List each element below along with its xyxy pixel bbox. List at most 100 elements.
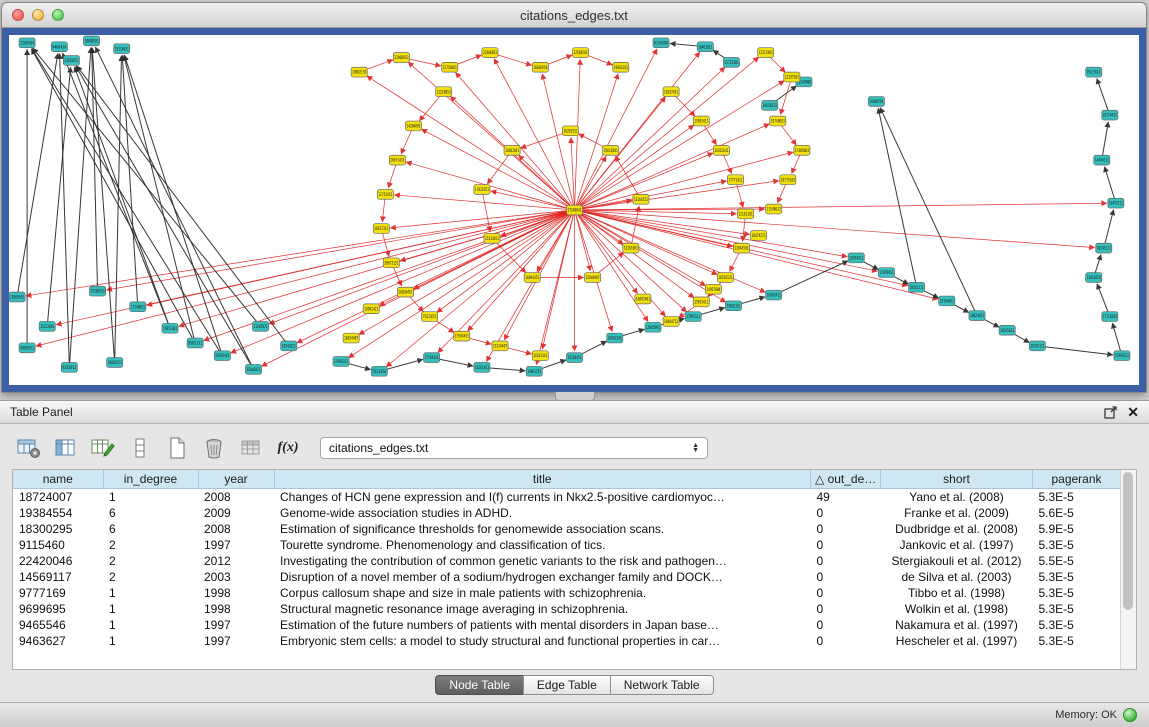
cell-6[interactable]: 5.3E-5 (1033, 633, 1121, 649)
cell-4[interactable]: 0 (811, 601, 881, 617)
graph-node[interactable]: 16034407 (343, 333, 359, 343)
cell-5[interactable]: Tibbo et al. (1998) (881, 585, 1033, 601)
graph-node[interactable]: 12218053 (436, 87, 452, 97)
cell-3[interactable]: Embryonic stem cells: a model to study s… (274, 633, 811, 649)
graph-node[interactable]: 16261531 (562, 126, 578, 136)
cell-5[interactable]: de Silva et al. (2003) (881, 569, 1033, 585)
graph-node[interactable]: 19104451 (939, 296, 955, 306)
graph-edge[interactable] (571, 138, 575, 210)
graph-node[interactable]: 10245111 (1096, 243, 1112, 253)
cell-2[interactable]: 2003 (198, 569, 274, 585)
import-table-icon[interactable] (238, 435, 264, 461)
graph-node[interactable]: 19245121 (1029, 341, 1045, 351)
graph-edge[interactable] (575, 49, 657, 210)
graph-edge[interactable] (575, 152, 794, 210)
cell-1[interactable]: 1 (103, 601, 198, 617)
cell-5[interactable]: Yano et al. (2008) (881, 489, 1033, 506)
cell-3[interactable]: Tourette syndrome. Phenomenology and cla… (274, 537, 811, 553)
function-builder-icon[interactable]: f(x) (275, 435, 301, 461)
graph-node[interactable]: 19862161 (725, 301, 741, 311)
graph-node[interactable]: 9245012 (61, 363, 77, 373)
cell-6[interactable]: 5.6E-5 (1033, 505, 1121, 521)
graph-node[interactable]: 15046871 (245, 364, 261, 374)
cell-5[interactable]: Hescheler et al. (1997) (881, 633, 1033, 649)
graph-edge[interactable] (878, 108, 916, 287)
column-header-6[interactable]: pagerank (1033, 470, 1121, 489)
graph-node[interactable]: 16962141 (607, 333, 623, 343)
edit-column-icon[interactable] (90, 435, 116, 461)
graph-node[interactable]: 17999311 (333, 357, 349, 367)
graph-node[interactable]: 10474271 (751, 231, 767, 241)
graph-edge[interactable] (122, 56, 138, 307)
table-mode-icon[interactable] (16, 435, 42, 461)
graph-node[interactable]: 9523411 (1086, 67, 1102, 77)
graph-edge[interactable] (536, 210, 574, 365)
graph-node[interactable]: 16092411 (766, 290, 782, 300)
float-panel-icon[interactable] (1104, 406, 1117, 419)
cell-1[interactable]: 1 (103, 633, 198, 649)
cell-0[interactable]: 18300295 (13, 521, 103, 537)
graph-edge[interactable] (575, 181, 779, 210)
column-header-1[interactable]: in_degree (103, 470, 198, 489)
tab-node-table[interactable]: Node Table (435, 675, 524, 695)
graph-node[interactable]: 18698591 (83, 36, 99, 46)
graph-node[interactable]: 19618233 (762, 101, 778, 111)
cell-2[interactable]: 1998 (198, 585, 274, 601)
graph-node[interactable]: 22044501 (733, 243, 749, 253)
graph-node[interactable]: 17024551 (474, 185, 490, 195)
graph-edge[interactable] (631, 206, 639, 248)
graph-node[interactable]: 18261451 (474, 363, 490, 373)
cell-6[interactable]: 5.3E-5 (1033, 489, 1121, 506)
graph-edge[interactable] (491, 191, 575, 210)
graph-node[interactable]: 15953411 (693, 297, 709, 307)
cell-4[interactable]: 0 (811, 633, 881, 649)
graph-node[interactable]: 18063523 (107, 358, 123, 368)
cell-3[interactable]: Genome-wide association studies in ADHD. (274, 505, 811, 521)
graph-node[interactable]: 22406853 (482, 48, 498, 58)
graph-node[interactable]: 12754061 (442, 62, 458, 72)
graph-node[interactable]: 15134407 (492, 341, 508, 351)
graph-node[interactable]: 7623456 (371, 366, 387, 376)
graph-node[interactable]: 2260504 (19, 38, 35, 48)
graph-edge[interactable] (32, 49, 223, 356)
close-window-button[interactable] (12, 9, 24, 21)
graph-node[interactable]: 15312091 (39, 321, 55, 331)
graph-node[interactable]: 7623451 (422, 312, 438, 322)
graph-edge[interactable] (95, 47, 253, 369)
graph-node[interactable]: 9505131 (187, 338, 203, 348)
graph-node[interactable]: 19448794 (868, 97, 884, 107)
graph-node[interactable]: 16092401 (635, 294, 651, 304)
graph-node[interactable]: 17710345 (1102, 312, 1118, 322)
cell-5[interactable]: Nakamura et al. (1997) (881, 617, 1033, 633)
cell-0[interactable]: 9699695 (13, 601, 103, 617)
cell-0[interactable]: 14569117 (13, 569, 103, 585)
cell-2[interactable]: 2008 (198, 489, 274, 506)
cell-2[interactable]: 1998 (198, 601, 274, 617)
cell-0[interactable]: 9777169 (13, 585, 103, 601)
row-height-icon[interactable] (127, 435, 153, 461)
graph-node[interactable]: 17485083 (794, 145, 810, 155)
column-header-2[interactable]: year (198, 470, 274, 489)
graph-node[interactable]: 17879911 (878, 268, 894, 278)
graph-edge[interactable] (575, 210, 878, 271)
graph-node[interactable]: 17240051 (130, 302, 146, 312)
cell-3[interactable]: Estimation of the future numbers of pati… (274, 617, 811, 633)
network-selector[interactable]: citations_edges.txt ▲▼ (320, 437, 708, 459)
graph-node[interactable]: 18536531 (717, 273, 733, 283)
show-columns-icon[interactable] (53, 435, 79, 461)
graph-node[interactable]: 16101441 (532, 351, 548, 361)
graph-edge[interactable] (456, 72, 575, 210)
graph-node[interactable]: 15184451 (566, 353, 582, 363)
cell-6[interactable]: 5.3E-5 (1033, 617, 1121, 633)
cell-2[interactable]: 1997 (198, 617, 274, 633)
cell-3[interactable]: Investigating the contribution of common… (274, 553, 811, 569)
graph-node[interactable]: 14454511 (1094, 155, 1110, 165)
graph-edge[interactable] (468, 210, 575, 331)
graph-node[interactable]: 18617311 (373, 224, 389, 234)
tab-network-table[interactable]: Network Table (610, 675, 714, 695)
graph-node[interactable]: 20360561 (9, 292, 25, 302)
cell-5[interactable]: Jankovic et al. (1997) (881, 537, 1033, 553)
graph-node[interactable]: 12610651 (63, 56, 79, 66)
graph-node[interactable]: 18775105 (780, 175, 796, 185)
column-header-0[interactable]: name (13, 470, 103, 489)
